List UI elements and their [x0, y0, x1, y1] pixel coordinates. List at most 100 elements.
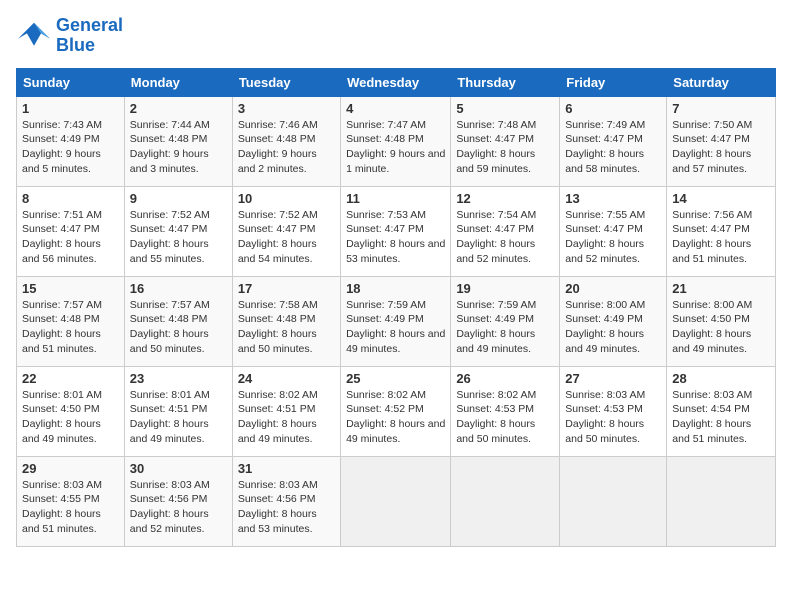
day-cell-22: 22 Sunrise: 8:01 AM Sunset: 4:50 PM Dayl… — [17, 366, 125, 456]
column-header-wednesday: Wednesday — [341, 68, 451, 96]
day-info: Sunrise: 8:00 AM Sunset: 4:49 PM Dayligh… — [565, 298, 661, 357]
daylight-label: Daylight: 8 hours and 51 minutes. — [672, 418, 751, 445]
sunrise-label: Sunrise: 7:52 AM — [238, 209, 318, 221]
daylight-label: Daylight: 8 hours and 50 minutes. — [130, 328, 209, 355]
day-info: Sunrise: 7:51 AM Sunset: 4:47 PM Dayligh… — [22, 208, 119, 267]
sunrise-label: Sunrise: 7:43 AM — [22, 119, 102, 131]
day-cell-14: 14 Sunrise: 7:56 AM Sunset: 4:47 PM Dayl… — [667, 186, 776, 276]
day-number: 3 — [238, 101, 335, 116]
sunrise-label: Sunrise: 8:01 AM — [22, 389, 102, 401]
day-cell-7: 7 Sunrise: 7:50 AM Sunset: 4:47 PM Dayli… — [667, 96, 776, 186]
column-header-saturday: Saturday — [667, 68, 776, 96]
day-number: 15 — [22, 281, 119, 296]
daylight-label: Daylight: 8 hours and 52 minutes. — [456, 238, 535, 265]
daylight-label: Daylight: 8 hours and 52 minutes. — [565, 238, 644, 265]
sunset-label: Sunset: 4:49 PM — [456, 313, 534, 325]
sunset-label: Sunset: 4:56 PM — [130, 493, 208, 505]
sunrise-label: Sunrise: 8:03 AM — [130, 479, 210, 491]
day-cell-4: 4 Sunrise: 7:47 AM Sunset: 4:48 PM Dayli… — [341, 96, 451, 186]
sunset-label: Sunset: 4:52 PM — [346, 403, 424, 415]
day-info: Sunrise: 8:01 AM Sunset: 4:51 PM Dayligh… — [130, 388, 227, 447]
daylight-label: Daylight: 8 hours and 53 minutes. — [238, 508, 317, 535]
sunrise-label: Sunrise: 8:02 AM — [346, 389, 426, 401]
daylight-label: Daylight: 8 hours and 54 minutes. — [238, 238, 317, 265]
sunset-label: Sunset: 4:53 PM — [565, 403, 643, 415]
day-number: 12 — [456, 191, 554, 206]
day-info: Sunrise: 7:56 AM Sunset: 4:47 PM Dayligh… — [672, 208, 770, 267]
daylight-label: Daylight: 9 hours and 5 minutes. — [22, 148, 101, 175]
daylight-label: Daylight: 8 hours and 49 minutes. — [130, 418, 209, 445]
sunrise-label: Sunrise: 8:03 AM — [565, 389, 645, 401]
sunset-label: Sunset: 4:48 PM — [346, 133, 424, 145]
day-cell-17: 17 Sunrise: 7:58 AM Sunset: 4:48 PM Dayl… — [232, 276, 340, 366]
calendar-table: SundayMondayTuesdayWednesdayThursdayFrid… — [16, 68, 776, 547]
day-info: Sunrise: 7:44 AM Sunset: 4:48 PM Dayligh… — [130, 118, 227, 177]
day-number: 5 — [456, 101, 554, 116]
daylight-label: Daylight: 8 hours and 52 minutes. — [130, 508, 209, 535]
sunset-label: Sunset: 4:47 PM — [130, 223, 208, 235]
sunset-label: Sunset: 4:48 PM — [130, 133, 208, 145]
daylight-label: Daylight: 8 hours and 50 minutes. — [565, 418, 644, 445]
sunset-label: Sunset: 4:47 PM — [565, 223, 643, 235]
sunset-label: Sunset: 4:47 PM — [565, 133, 643, 145]
day-info: Sunrise: 7:49 AM Sunset: 4:47 PM Dayligh… — [565, 118, 661, 177]
day-cell-13: 13 Sunrise: 7:55 AM Sunset: 4:47 PM Dayl… — [560, 186, 667, 276]
day-number: 28 — [672, 371, 770, 386]
day-cell-11: 11 Sunrise: 7:53 AM Sunset: 4:47 PM Dayl… — [341, 186, 451, 276]
empty-cell — [560, 456, 667, 546]
sunset-label: Sunset: 4:49 PM — [346, 313, 424, 325]
sunset-label: Sunset: 4:50 PM — [672, 313, 750, 325]
day-info: Sunrise: 8:01 AM Sunset: 4:50 PM Dayligh… — [22, 388, 119, 447]
day-info: Sunrise: 8:02 AM Sunset: 4:51 PM Dayligh… — [238, 388, 335, 447]
week-row-3: 15 Sunrise: 7:57 AM Sunset: 4:48 PM Dayl… — [17, 276, 776, 366]
sunrise-label: Sunrise: 8:02 AM — [456, 389, 536, 401]
day-info: Sunrise: 7:57 AM Sunset: 4:48 PM Dayligh… — [22, 298, 119, 357]
day-cell-9: 9 Sunrise: 7:52 AM Sunset: 4:47 PM Dayli… — [124, 186, 232, 276]
sunset-label: Sunset: 4:47 PM — [22, 223, 100, 235]
sunset-label: Sunset: 4:47 PM — [672, 223, 750, 235]
daylight-label: Daylight: 8 hours and 50 minutes. — [238, 328, 317, 355]
week-row-1: 1 Sunrise: 7:43 AM Sunset: 4:49 PM Dayli… — [17, 96, 776, 186]
day-cell-27: 27 Sunrise: 8:03 AM Sunset: 4:53 PM Dayl… — [560, 366, 667, 456]
day-info: Sunrise: 8:03 AM Sunset: 4:55 PM Dayligh… — [22, 478, 119, 537]
sunrise-label: Sunrise: 8:01 AM — [130, 389, 210, 401]
column-header-thursday: Thursday — [451, 68, 560, 96]
day-number: 17 — [238, 281, 335, 296]
daylight-label: Daylight: 8 hours and 51 minutes. — [22, 328, 101, 355]
day-info: Sunrise: 7:58 AM Sunset: 4:48 PM Dayligh… — [238, 298, 335, 357]
day-info: Sunrise: 7:48 AM Sunset: 4:47 PM Dayligh… — [456, 118, 554, 177]
empty-cell — [667, 456, 776, 546]
day-info: Sunrise: 7:46 AM Sunset: 4:48 PM Dayligh… — [238, 118, 335, 177]
sunset-label: Sunset: 4:47 PM — [456, 133, 534, 145]
day-number: 1 — [22, 101, 119, 116]
day-number: 29 — [22, 461, 119, 476]
sunrise-label: Sunrise: 7:47 AM — [346, 119, 426, 131]
day-cell-15: 15 Sunrise: 7:57 AM Sunset: 4:48 PM Dayl… — [17, 276, 125, 366]
sunset-label: Sunset: 4:49 PM — [22, 133, 100, 145]
sunrise-label: Sunrise: 7:57 AM — [130, 299, 210, 311]
week-row-2: 8 Sunrise: 7:51 AM Sunset: 4:47 PM Dayli… — [17, 186, 776, 276]
day-info: Sunrise: 8:03 AM Sunset: 4:53 PM Dayligh… — [565, 388, 661, 447]
sunset-label: Sunset: 4:49 PM — [565, 313, 643, 325]
daylight-label: Daylight: 9 hours and 3 minutes. — [130, 148, 209, 175]
daylight-label: Daylight: 8 hours and 49 minutes. — [672, 328, 751, 355]
logo-icon — [16, 21, 52, 51]
sunset-label: Sunset: 4:47 PM — [456, 223, 534, 235]
daylight-label: Daylight: 8 hours and 59 minutes. — [456, 148, 535, 175]
column-header-tuesday: Tuesday — [232, 68, 340, 96]
daylight-label: Daylight: 8 hours and 50 minutes. — [456, 418, 535, 445]
sunset-label: Sunset: 4:47 PM — [346, 223, 424, 235]
day-cell-23: 23 Sunrise: 8:01 AM Sunset: 4:51 PM Dayl… — [124, 366, 232, 456]
sunrise-label: Sunrise: 7:54 AM — [456, 209, 536, 221]
sunrise-label: Sunrise: 8:03 AM — [22, 479, 102, 491]
day-cell-26: 26 Sunrise: 8:02 AM Sunset: 4:53 PM Dayl… — [451, 366, 560, 456]
sunset-label: Sunset: 4:47 PM — [672, 133, 750, 145]
empty-cell — [341, 456, 451, 546]
day-number: 14 — [672, 191, 770, 206]
day-number: 10 — [238, 191, 335, 206]
day-cell-5: 5 Sunrise: 7:48 AM Sunset: 4:47 PM Dayli… — [451, 96, 560, 186]
week-row-5: 29 Sunrise: 8:03 AM Sunset: 4:55 PM Dayl… — [17, 456, 776, 546]
day-info: Sunrise: 7:43 AM Sunset: 4:49 PM Dayligh… — [22, 118, 119, 177]
sunrise-label: Sunrise: 8:00 AM — [672, 299, 752, 311]
day-number: 22 — [22, 371, 119, 386]
